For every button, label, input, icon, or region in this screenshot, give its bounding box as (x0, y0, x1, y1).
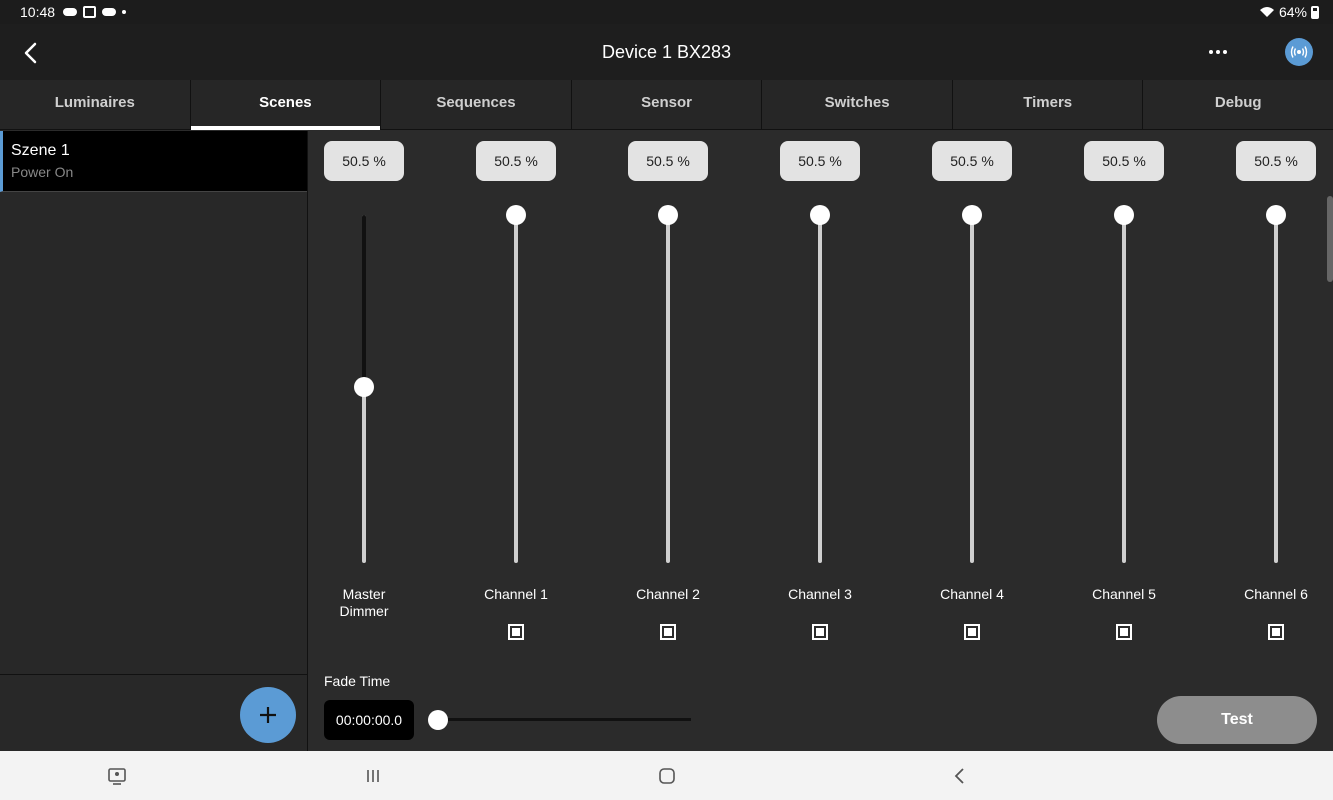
more-horizontal-icon (1209, 50, 1213, 54)
channel-checkbox-1[interactable] (508, 624, 524, 640)
broadcast-icon (1290, 46, 1308, 58)
system-nav-bar (0, 751, 1333, 800)
scrollbar[interactable] (1327, 196, 1333, 282)
home-icon (659, 768, 675, 784)
scene-name: Szene 1 (11, 142, 70, 159)
channel-checkbox-4[interactable] (964, 624, 980, 640)
channel-value-5[interactable]: 50.5 % (1084, 141, 1164, 181)
channel-slider-3: 50.5 % Channel 3 (765, 131, 875, 651)
panel-divider (0, 674, 307, 675)
test-button[interactable]: Test (1157, 696, 1317, 744)
channel-label-4: Channel 4 (917, 586, 1027, 603)
channel-value-1[interactable]: 50.5 % (476, 141, 556, 181)
tab-switches[interactable]: Switches (762, 80, 953, 129)
channel-label-6: Channel 6 (1221, 586, 1331, 603)
recent-apps-button[interactable] (360, 763, 386, 789)
home-button[interactable] (654, 763, 680, 789)
plus-icon (260, 707, 276, 723)
channel-checkbox-2[interactable] (660, 624, 676, 640)
scene-editor: 50.5 % Master Dimmer 50.5 % Channel 1 50.5 % C… (309, 131, 1333, 751)
more-dot (1223, 50, 1227, 54)
channel-checkbox-6[interactable] (1268, 624, 1284, 640)
battery-percent: 64% (1278, 4, 1307, 20)
tab-timers[interactable]: Timers (953, 80, 1144, 129)
channel-track-5[interactable] (1122, 215, 1126, 563)
channel-thumb-0[interactable] (354, 377, 374, 397)
channel-value-0[interactable]: 50.5 % (324, 141, 404, 181)
status-time: 10:48 (20, 4, 56, 20)
channel-checkbox-5[interactable] (1116, 624, 1132, 640)
channel-thumb-6[interactable] (1266, 205, 1286, 225)
channel-label-5: Channel 5 (1069, 586, 1179, 603)
chevron-left-icon (24, 42, 37, 64)
channel-track-4[interactable] (970, 215, 974, 563)
more-options-button[interactable] (1200, 38, 1236, 66)
more-dot (1216, 50, 1220, 54)
channel-track-3[interactable] (818, 215, 822, 563)
channel-label-line1-1: Channel 1 (484, 586, 548, 602)
channel-label-line1-3: Channel 3 (788, 586, 852, 602)
channel-label-line1-0: Master (342, 586, 386, 602)
tab-sequences[interactable]: Sequences (381, 80, 572, 129)
cloud-icon (63, 8, 78, 16)
nav-back-button[interactable] (947, 763, 973, 789)
screen-share-icon (108, 768, 126, 785)
recent-apps-icon (367, 770, 379, 782)
status-bar: 10:48 64% (0, 0, 1333, 24)
channel-label-1: Channel 1 (461, 586, 571, 603)
channel-label-3: Channel 3 (765, 586, 875, 603)
channel-value-6[interactable]: 50.5 % (1236, 141, 1316, 181)
channel-label-2: Channel 2 (613, 586, 723, 603)
channel-value-4[interactable]: 50.5 % (932, 141, 1012, 181)
scene-list-panel: Szene 1 Power On (0, 131, 308, 751)
channel-label-line1-5: Channel 5 (1092, 586, 1156, 602)
tab-luminaires[interactable]: Luminaires (0, 80, 191, 129)
tab-bar: Luminaires Scenes Sequences Sensor Switc… (0, 80, 1333, 130)
channel-slider-0: 50.5 % Master Dimmer (309, 131, 419, 651)
page-title: Device 1 BX283 (601, 42, 732, 62)
channel-thumb-5[interactable] (1114, 205, 1134, 225)
channel-thumb-1[interactable] (506, 205, 526, 225)
channel-thumb-2[interactable] (658, 205, 678, 225)
broadcast-button[interactable] (1285, 38, 1313, 66)
channel-label-line1-4: Channel 4 (940, 586, 1004, 602)
channel-slider-6: 50.5 % Channel 6 (1221, 131, 1331, 651)
battery-icon (1311, 5, 1319, 19)
tab-scenes[interactable]: Scenes (190, 80, 382, 130)
fade-time-slider-track[interactable] (429, 718, 691, 721)
fade-time-slider-thumb[interactable] (428, 710, 448, 730)
channel-value-3[interactable]: 50.5 % (780, 141, 860, 181)
back-icon (954, 768, 964, 784)
notification-dot-icon (122, 10, 127, 14)
add-scene-button[interactable] (240, 687, 296, 743)
image-notification-icon (83, 6, 97, 18)
channel-label-line1-2: Channel 2 (636, 586, 700, 602)
channel-slider-1: 50.5 % Channel 1 (461, 131, 571, 651)
fade-time-input[interactable]: 00:00:00.0 (324, 700, 414, 740)
channel-label-0: Master Dimmer (309, 586, 419, 620)
channel-track-2[interactable] (666, 215, 670, 563)
wifi-icon (1259, 7, 1274, 17)
channel-track-1[interactable] (514, 215, 518, 563)
channel-thumb-4[interactable] (962, 205, 982, 225)
channel-checkbox-3[interactable] (812, 624, 828, 640)
screen-share-button[interactable] (104, 763, 130, 789)
channel-label-line2-0: Dimmer (339, 603, 389, 619)
scene-subtitle: Power On (11, 164, 74, 180)
tab-sensor[interactable]: Sensor (572, 80, 763, 129)
cloud-icon-2 (102, 8, 117, 16)
app-bar: Device 1 BX283 (0, 24, 1333, 80)
channel-track-6[interactable] (1274, 215, 1278, 563)
channel-label-line1-6: Channel 6 (1244, 586, 1308, 602)
channel-slider-2: 50.5 % Channel 2 (613, 131, 723, 651)
channel-slider-4: 50.5 % Channel 4 (917, 131, 1027, 651)
fade-time-label: Fade Time (324, 673, 391, 689)
scene-list-item[interactable]: Szene 1 Power On (0, 131, 307, 192)
tab-debug[interactable]: Debug (1143, 80, 1333, 129)
channel-value-2[interactable]: 50.5 % (628, 141, 708, 181)
channel-track-empty-0 (362, 215, 366, 387)
channel-slider-5: 50.5 % Channel 5 (1069, 131, 1179, 651)
back-button[interactable] (14, 36, 48, 70)
channel-thumb-3[interactable] (810, 205, 830, 225)
